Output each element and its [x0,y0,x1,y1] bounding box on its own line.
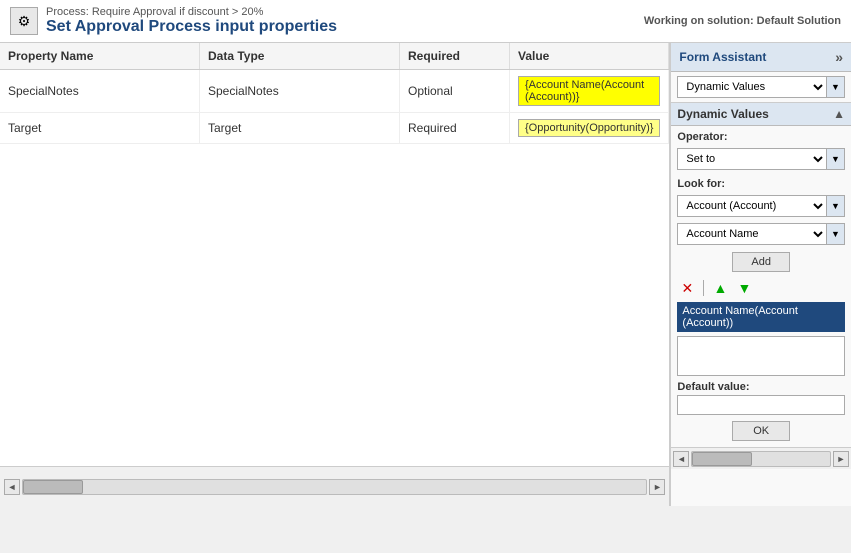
right-panel-scrollbar: ◄ ► [671,447,851,469]
default-value-label: Default value: [671,378,851,395]
operator-dropdown-btn[interactable]: ▼ [827,148,845,170]
bottom-scrollbar: ◄ ► [0,466,669,506]
table-area: Property Name Data Type Required Value S… [0,43,670,506]
right-scroll-left[interactable]: ◄ [673,451,689,467]
panel-collapse-arrow[interactable]: » [835,49,843,65]
default-value-input[interactable] [677,395,845,415]
scrollbar-thumb[interactable] [23,480,83,494]
process-subtitle: Process: Require Approval if discount > … [46,6,337,18]
process-icon: ⚙ [10,7,38,35]
col-required: Required [400,43,510,69]
col-property-name: Property Name [0,43,200,69]
table-row: Target Target Required {Opportunity(Oppo… [0,113,669,144]
operator-label: Operator: [671,131,851,143]
cell-data-type-2: Target [200,113,400,143]
dv-collapse-icon[interactable]: ▲ [833,107,845,121]
page-title: Set Approval Process input properties [46,18,337,36]
dynamic-values-select[interactable]: Dynamic Values [677,76,827,98]
move-down-icon-btn[interactable]: ▼ [734,278,754,298]
cell-value-2[interactable]: {Opportunity(Opportunity)} [510,113,669,143]
cell-data-type-1: SpecialNotes [200,70,400,112]
ok-button[interactable]: OK [732,421,790,441]
panel-title: Form Assistant [679,50,766,64]
table-body: SpecialNotes SpecialNotes Optional {Acco… [0,70,669,466]
cell-property-name-2: Target [0,113,200,143]
scrollbar-track[interactable] [22,479,647,495]
value-chip-2[interactable]: {Opportunity(Opportunity)} [518,119,660,137]
look-for-select[interactable]: Account (Account) [677,195,827,217]
panel-header: Form Assistant » [671,43,851,72]
toolbar-separator [703,280,704,296]
col-data-type: Data Type [200,43,400,69]
right-scroll-right[interactable]: ► [833,451,849,467]
right-scrollbar-track[interactable] [691,451,831,467]
table-header: Property Name Data Type Required Value [0,43,669,70]
right-panel: Form Assistant » Dynamic Values ▼ Dynami… [670,43,851,506]
operator-combo: Set to ▼ [677,148,845,170]
dv-section-header: Dynamic Values ▲ [671,103,851,126]
look-for-combo: Account (Account) ▼ [677,195,845,217]
field-combo: Account Name ▼ [677,223,845,245]
look-for-label: Look for: [671,178,851,190]
field-select[interactable]: Account Name [677,223,827,245]
solution-label: Working on solution: Default Solution [644,15,841,27]
right-scrollbar-thumb[interactable] [692,452,752,466]
dv-section-label: Dynamic Values [677,107,768,121]
look-for-dropdown-btn[interactable]: ▼ [827,195,845,217]
cell-value-1[interactable]: {Account Name(Account (Account))} [510,70,669,112]
dynamic-values-dropdown-btn[interactable]: ▼ [827,76,845,98]
items-empty-box [677,336,845,376]
top-bar: ⚙ Process: Require Approval if discount … [0,0,851,43]
add-button[interactable]: Add [732,252,790,272]
cell-required-1: Optional [400,70,510,112]
cell-required-2: Required [400,113,510,143]
table-row: SpecialNotes SpecialNotes Optional {Acco… [0,70,669,113]
value-chip-1[interactable]: {Account Name(Account (Account))} [518,76,660,106]
top-bar-left: ⚙ Process: Require Approval if discount … [10,6,337,36]
delete-icon-btn[interactable]: ✕ [677,278,697,298]
cell-property-name-1: SpecialNotes [0,70,200,112]
scroll-right-arrow[interactable]: ► [649,479,665,495]
move-up-icon-btn[interactable]: ▲ [710,278,730,298]
operator-select[interactable]: Set to [677,148,827,170]
selected-item[interactable]: Account Name(Account (Account)) [677,302,845,332]
icon-toolbar: ✕ ▲ ▼ [671,276,851,300]
dynamic-values-row: Dynamic Values ▼ [671,72,851,103]
col-value: Value [510,43,669,69]
main-area: Property Name Data Type Required Value S… [0,43,851,506]
field-dropdown-btn[interactable]: ▼ [827,223,845,245]
scroll-left-arrow[interactable]: ◄ [4,479,20,495]
